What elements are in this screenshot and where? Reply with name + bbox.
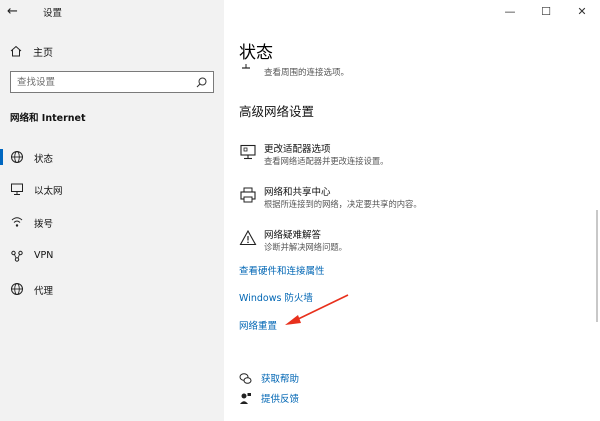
option-title: 网络和共享中心 [264, 187, 331, 198]
annotation-arrow-icon [285, 294, 349, 325]
get-help-link[interactable]: 获取帮助 [239, 371, 299, 385]
network-reset-link[interactable]: 网络重置 [239, 318, 277, 332]
vpn-icon [11, 250, 23, 262]
sidebar-item-label: VPN [34, 250, 54, 261]
option-title: 网络疑难解答 [264, 230, 322, 241]
option-desc: 查看网络适配器并更改连接设置。 [264, 156, 389, 166]
sidebar-item-label: 代理 [34, 286, 54, 297]
sidebar-item-label: 状态 [34, 154, 54, 165]
sidebar-item-proxy[interactable]: 代理 [0, 278, 224, 300]
option-desc: 根据所连接到的网络，决定要共享的内容。 [264, 199, 422, 209]
sidebar-item-label: 以太网 [34, 186, 63, 197]
home-label: 主页 [33, 47, 53, 59]
page-title: 状态 [239, 43, 273, 63]
option-desc: 诊断并解决网络问题。 [264, 242, 347, 252]
globe-icon [11, 283, 23, 295]
scrollbar[interactable] [596, 210, 598, 322]
dialup-icon [11, 217, 23, 227]
search-icon[interactable] [196, 77, 207, 88]
monitor-icon [240, 144, 256, 160]
option-sharing-center[interactable]: 网络和共享中心 根据所连接到的网络，决定要共享的内容。 [239, 184, 579, 210]
globe-status-icon [11, 151, 23, 163]
sidebar-item-ethernet[interactable]: 以太网 [0, 178, 224, 200]
get-help-label: 获取帮助 [261, 374, 300, 385]
sidebar: ← 设置 主页 网络和 Internet 状态 以太网 [0, 0, 224, 421]
chat-help-icon [239, 372, 252, 384]
printer-icon [240, 187, 256, 203]
back-arrow-icon[interactable]: ← [7, 4, 23, 20]
option-change-adapter[interactable]: 更改适配器选项 查看网络适配器并更改连接设置。 [239, 141, 579, 167]
sidebar-item-vpn[interactable]: VPN [0, 245, 224, 267]
option-troubleshoot[interactable]: 网络疑难解答 诊断并解决网络问题。 [239, 227, 579, 253]
maximize-button[interactable]: ☐ [528, 0, 564, 22]
app-title: 设置 [43, 8, 63, 19]
section-heading: 高级网络设置 [239, 104, 315, 119]
close-button[interactable]: ✕ [564, 0, 600, 22]
option-title: 更改适配器选项 [264, 144, 331, 155]
search-input[interactable] [17, 75, 189, 89]
warning-icon [239, 229, 257, 246]
active-indicator [0, 149, 3, 165]
feedback-link[interactable]: 提供反馈 [239, 391, 299, 405]
home-icon [10, 45, 22, 57]
sidebar-item-status[interactable]: 状态 [0, 146, 224, 168]
hardware-properties-link[interactable]: 查看硬件和连接属性 [239, 263, 325, 277]
sidebar-item-home[interactable]: 主页 [10, 44, 53, 59]
partial-option-desc: 查看周围的连接选项。 [264, 68, 350, 78]
window-controls: — ☐ ✕ [492, 0, 600, 22]
main-pane [224, 0, 600, 421]
sidebar-item-dialup[interactable]: 拨号 [0, 211, 224, 233]
section-title: 网络和 Internet [10, 113, 86, 124]
ethernet-icon [11, 183, 23, 195]
search-box[interactable] [10, 71, 214, 93]
feedback-person-icon [240, 392, 251, 404]
feedback-label: 提供反馈 [261, 394, 300, 405]
sidebar-item-label: 拨号 [34, 219, 54, 230]
minimize-button[interactable]: — [492, 0, 528, 22]
network-icon [242, 64, 250, 69]
